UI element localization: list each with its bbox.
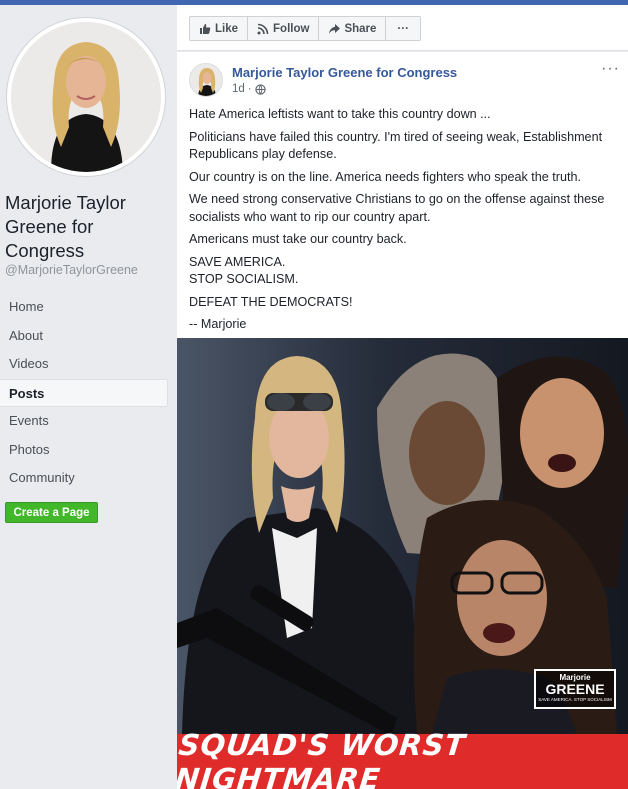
banner-text: SQUAD'S WORST NIGHTMARE — [177, 727, 468, 789]
sidebar-item-events[interactable]: Events — [0, 407, 177, 436]
follow-button[interactable]: Follow — [248, 17, 320, 40]
post-paragraph: STOP SOCIALISM. — [189, 272, 299, 286]
sidebar-item-posts[interactable]: Posts — [0, 378, 168, 407]
post-author-link[interactable]: Marjorie Taylor Greene for Congress — [232, 65, 457, 80]
post-body: Hate America leftists want to take this … — [189, 106, 621, 339]
sidebar-item-about[interactable]: About — [0, 322, 177, 351]
sidebar-nav: Home About Videos Posts Events Photos Co… — [0, 293, 177, 493]
page-handle: @MarjorieTaylorGreene — [5, 263, 138, 277]
more-options-button[interactable]: ··· — [386, 17, 420, 40]
like-button[interactable]: Like — [190, 17, 249, 40]
post-paragraph: We need strong conservative Christians t… — [189, 192, 605, 224]
action-button-group: Like Follow Share ··· — [189, 16, 421, 41]
sidebar-item-photos[interactable]: Photos — [0, 436, 177, 465]
more-icon: ··· — [397, 22, 409, 35]
page-action-bar: Like Follow Share ··· — [177, 5, 628, 51]
globe-icon[interactable] — [254, 83, 266, 95]
page-sidebar: Marjorie Taylor Greene for Congress @Mar… — [0, 5, 177, 789]
campaign-logo: Marjorie GREENE SAVE AMERICA. STOP SOCIA… — [534, 669, 616, 709]
create-page-button[interactable]: Create a Page — [5, 502, 98, 523]
profile-picture[interactable] — [6, 17, 166, 177]
share-arrow-icon — [329, 23, 341, 34]
post-paragraph: Hate America leftists want to take this … — [189, 107, 491, 121]
post-paragraph: SAVE AMERICA. — [189, 254, 286, 269]
post-card: Marjorie Taylor Greene for Congress 1d ·… — [177, 52, 628, 789]
avatar — [11, 22, 161, 172]
follow-label: Follow — [273, 22, 310, 35]
post-paragraph: DEFEAT THE DEMOCRATS! — [189, 294, 353, 309]
post-author-avatar[interactable] — [189, 63, 223, 97]
post-options-button[interactable]: ··· — [601, 60, 620, 78]
image-banner: SQUAD'S WORST NIGHTMARE — [177, 728, 628, 789]
sidebar-item-videos[interactable]: Videos — [0, 350, 177, 379]
logo-slogan: SAVE AMERICA. STOP SOCIALISM — [538, 697, 612, 702]
main-column: Like Follow Share ··· Marjorie Taylor Gr… — [177, 5, 628, 789]
sidebar-item-community[interactable]: Community — [0, 464, 177, 493]
post-paragraph: Politicians have failed this country. I'… — [189, 129, 603, 162]
like-label: Like — [215, 22, 239, 35]
rss-icon — [257, 23, 269, 34]
post-paragraph: -- Marjorie — [189, 317, 247, 331]
post-paragraph: Americans must take our country back. — [189, 232, 407, 246]
share-label: Share — [344, 22, 377, 35]
page-title: Marjorie Taylor Greene for Congress — [5, 192, 126, 261]
post-image[interactable]: Marjorie GREENE SAVE AMERICA. STOP SOCIA… — [177, 338, 628, 789]
post-photo-illustration — [177, 338, 628, 789]
post-timestamp[interactable]: 1d — [232, 83, 245, 95]
thumbs-up-icon — [200, 23, 211, 34]
share-button[interactable]: Share — [319, 17, 387, 40]
logo-last-name: GREENE — [545, 681, 605, 697]
post-meta: 1d · — [232, 83, 266, 95]
post-paragraph: Our country is on the line. America need… — [189, 169, 582, 184]
sidebar-item-home[interactable]: Home — [0, 293, 177, 322]
